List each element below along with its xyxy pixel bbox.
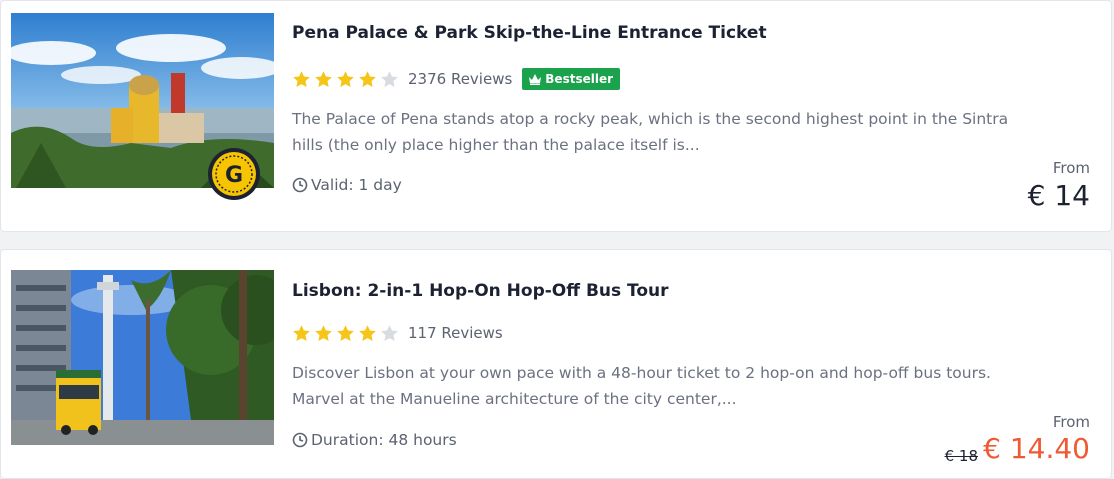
from-label: From xyxy=(1052,159,1090,177)
listing-title[interactable]: Pena Palace & Park Skip-the-Line Entranc… xyxy=(292,23,767,43)
listing-description: Discover Lisbon at your own pace with a … xyxy=(292,364,991,408)
listing-card[interactable]: Lisbon: 2-in-1 Hop-On Hop-Off Bus Tour 1… xyxy=(0,249,1112,479)
listing-description: The Palace of Pena stands atop a rocky p… xyxy=(292,110,1009,154)
price: € 14 xyxy=(1027,179,1090,212)
badge-label: Bestseller xyxy=(545,72,614,86)
star-filled-icon xyxy=(315,324,332,341)
duration-label: Duration: 48 hours xyxy=(311,431,457,449)
review-count[interactable]: 2376 Reviews xyxy=(408,70,512,88)
star-filled-icon xyxy=(293,324,310,341)
review-count[interactable]: 117 Reviews xyxy=(408,324,503,342)
star-rating xyxy=(292,324,402,343)
star-filled-icon xyxy=(359,70,376,87)
star-filled-icon xyxy=(315,70,332,87)
listing-image[interactable] xyxy=(11,270,274,445)
rating-row: 2376 Reviews Bestseller xyxy=(292,67,621,91)
crown-icon xyxy=(529,73,542,85)
lisbon-bus-photo xyxy=(11,270,274,445)
star-rating xyxy=(292,70,402,89)
listing-card[interactable]: G Pena Palace & Park Skip-the-Line Entra… xyxy=(0,0,1112,232)
star-filled-icon xyxy=(293,70,310,87)
g-coin-icon: G xyxy=(208,148,260,200)
validity-label: Valid: 1 day xyxy=(311,176,402,194)
bestseller-badge: Bestseller xyxy=(522,68,621,90)
clock-icon xyxy=(292,177,308,193)
star-empty-icon xyxy=(381,324,398,341)
listing-title[interactable]: Lisbon: 2-in-1 Hop-On Hop-Off Bus Tour xyxy=(292,281,669,301)
star-empty-icon xyxy=(381,70,398,87)
original-price: € 18 xyxy=(944,447,978,465)
star-filled-icon xyxy=(337,70,354,87)
duration-info: Duration: 48 hours xyxy=(292,431,457,449)
sale-price: € 14.40 xyxy=(983,432,1090,465)
rating-row: 117 Reviews xyxy=(292,321,503,345)
validity-info: Valid: 1 day xyxy=(292,176,402,194)
clock-icon xyxy=(292,432,308,448)
from-label: From xyxy=(1052,413,1090,431)
star-filled-icon xyxy=(359,324,376,341)
star-filled-icon xyxy=(337,324,354,341)
svg-text:G: G xyxy=(225,163,243,188)
